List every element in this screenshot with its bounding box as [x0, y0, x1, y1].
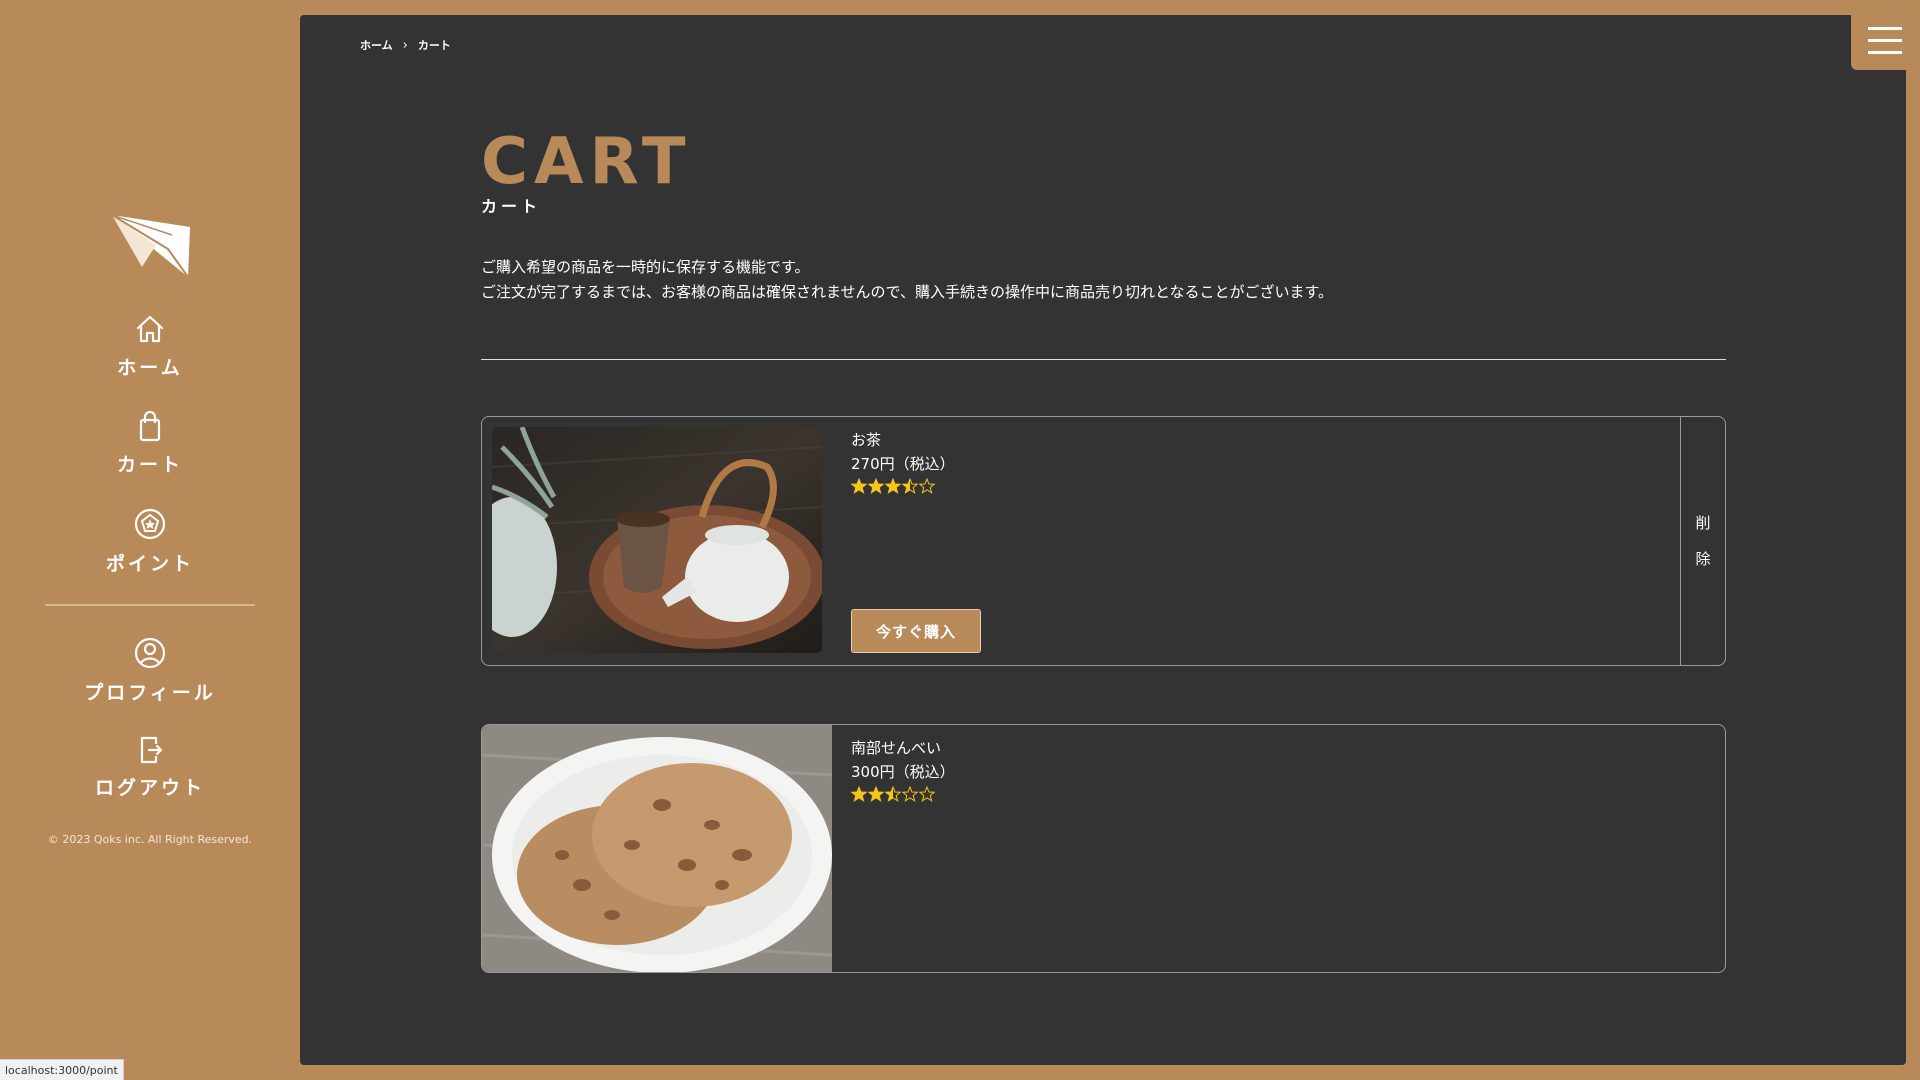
sidebar-item-label: ログアウト: [94, 777, 205, 799]
menu-bar: [1868, 51, 1902, 54]
page-title: CART: [481, 125, 692, 199]
sidebar-item-point[interactable]: ポイント: [0, 507, 300, 576]
sidebar-item-logout[interactable]: ログアウト: [0, 733, 300, 800]
sidebar: ホーム カート ポイント プロフィール ログアウト © 2023 Qoks in…: [0, 0, 300, 1080]
user-circle-icon: [134, 637, 166, 669]
product-price: 300円（税込）: [851, 763, 955, 781]
breadcrumb: ホーム › カート: [360, 37, 451, 53]
paper-plane-icon[interactable]: [112, 215, 190, 277]
description-line: ご注文が完了するまでは、お客様の商品は確保されませんので、購入手続きの操作中に商…: [481, 283, 1334, 301]
menu-bar: [1868, 27, 1902, 30]
sidebar-item-label: ホーム: [117, 357, 183, 379]
divider: [481, 359, 1726, 360]
sidebar-item-label: プロフィール: [84, 682, 216, 704]
shopping-bag-icon: [139, 410, 161, 442]
star-full-icon: [851, 786, 867, 802]
page-description: ご購入希望の商品を一時的に保存する機能です。 ご注文が完了するまでは、お客様の商…: [481, 255, 1333, 305]
star-full-icon: [851, 478, 867, 494]
star-half-icon: [885, 786, 901, 802]
page-subtitle: カート: [481, 197, 542, 216]
product-name[interactable]: 南部せんべい: [851, 737, 955, 759]
buy-now-button[interactable]: 今すぐ購入: [851, 609, 981, 653]
delete-label: 除: [1695, 550, 1711, 568]
breadcrumb-current: カート: [417, 39, 451, 52]
star-full-icon: [885, 478, 901, 494]
star-empty-icon: [902, 786, 918, 802]
sidebar-item-label: ポイント: [105, 553, 194, 575]
point-badge-icon: [134, 508, 166, 540]
product-name[interactable]: お茶: [851, 429, 955, 451]
star-full-icon: [868, 478, 884, 494]
hamburger-menu-icon[interactable]: [1851, 15, 1920, 70]
home-icon: [136, 315, 164, 343]
rating-stars: [851, 478, 955, 494]
product-image-teapot[interactable]: [492, 427, 822, 653]
logout-icon: [140, 736, 163, 764]
breadcrumb-home[interactable]: ホーム: [360, 37, 393, 53]
sidebar-divider: [45, 604, 255, 606]
copyright: © 2023 Qoks inc. All Right Reserved.: [47, 833, 253, 846]
product-price: 270円（税込）: [851, 455, 955, 473]
chevron-right-icon: ›: [402, 37, 408, 53]
menu-bar: [1868, 39, 1902, 42]
cart-item: お茶 270円（税込） 今すぐ購入 削 除: [481, 416, 1726, 666]
main-panel: ホーム › カート CART カート ご購入希望の商品を一時的に保存する機能です…: [300, 15, 1906, 1065]
star-empty-icon: [919, 478, 935, 494]
rating-stars: [851, 786, 955, 802]
star-half-icon: [902, 478, 918, 494]
cart-item: 南部せんべい 300円（税込）: [481, 724, 1726, 973]
sidebar-item-profile[interactable]: プロフィール: [0, 636, 300, 705]
product-image-senbei[interactable]: [482, 725, 832, 972]
star-full-icon: [868, 786, 884, 802]
star-empty-icon: [919, 786, 935, 802]
item-info: 南部せんべい 300円（税込）: [851, 737, 955, 802]
description-line: ご購入希望の商品を一時的に保存する機能です。: [481, 258, 810, 276]
sidebar-item-label: カート: [116, 454, 183, 476]
delete-button[interactable]: 削 除: [1680, 417, 1725, 665]
sidebar-item-cart[interactable]: カート: [0, 410, 300, 477]
item-info: お茶 270円（税込）: [851, 429, 955, 494]
sidebar-item-home[interactable]: ホーム: [0, 313, 300, 380]
delete-label: 削: [1695, 514, 1711, 532]
status-bar-url: localhost:3000/point: [0, 1059, 124, 1080]
